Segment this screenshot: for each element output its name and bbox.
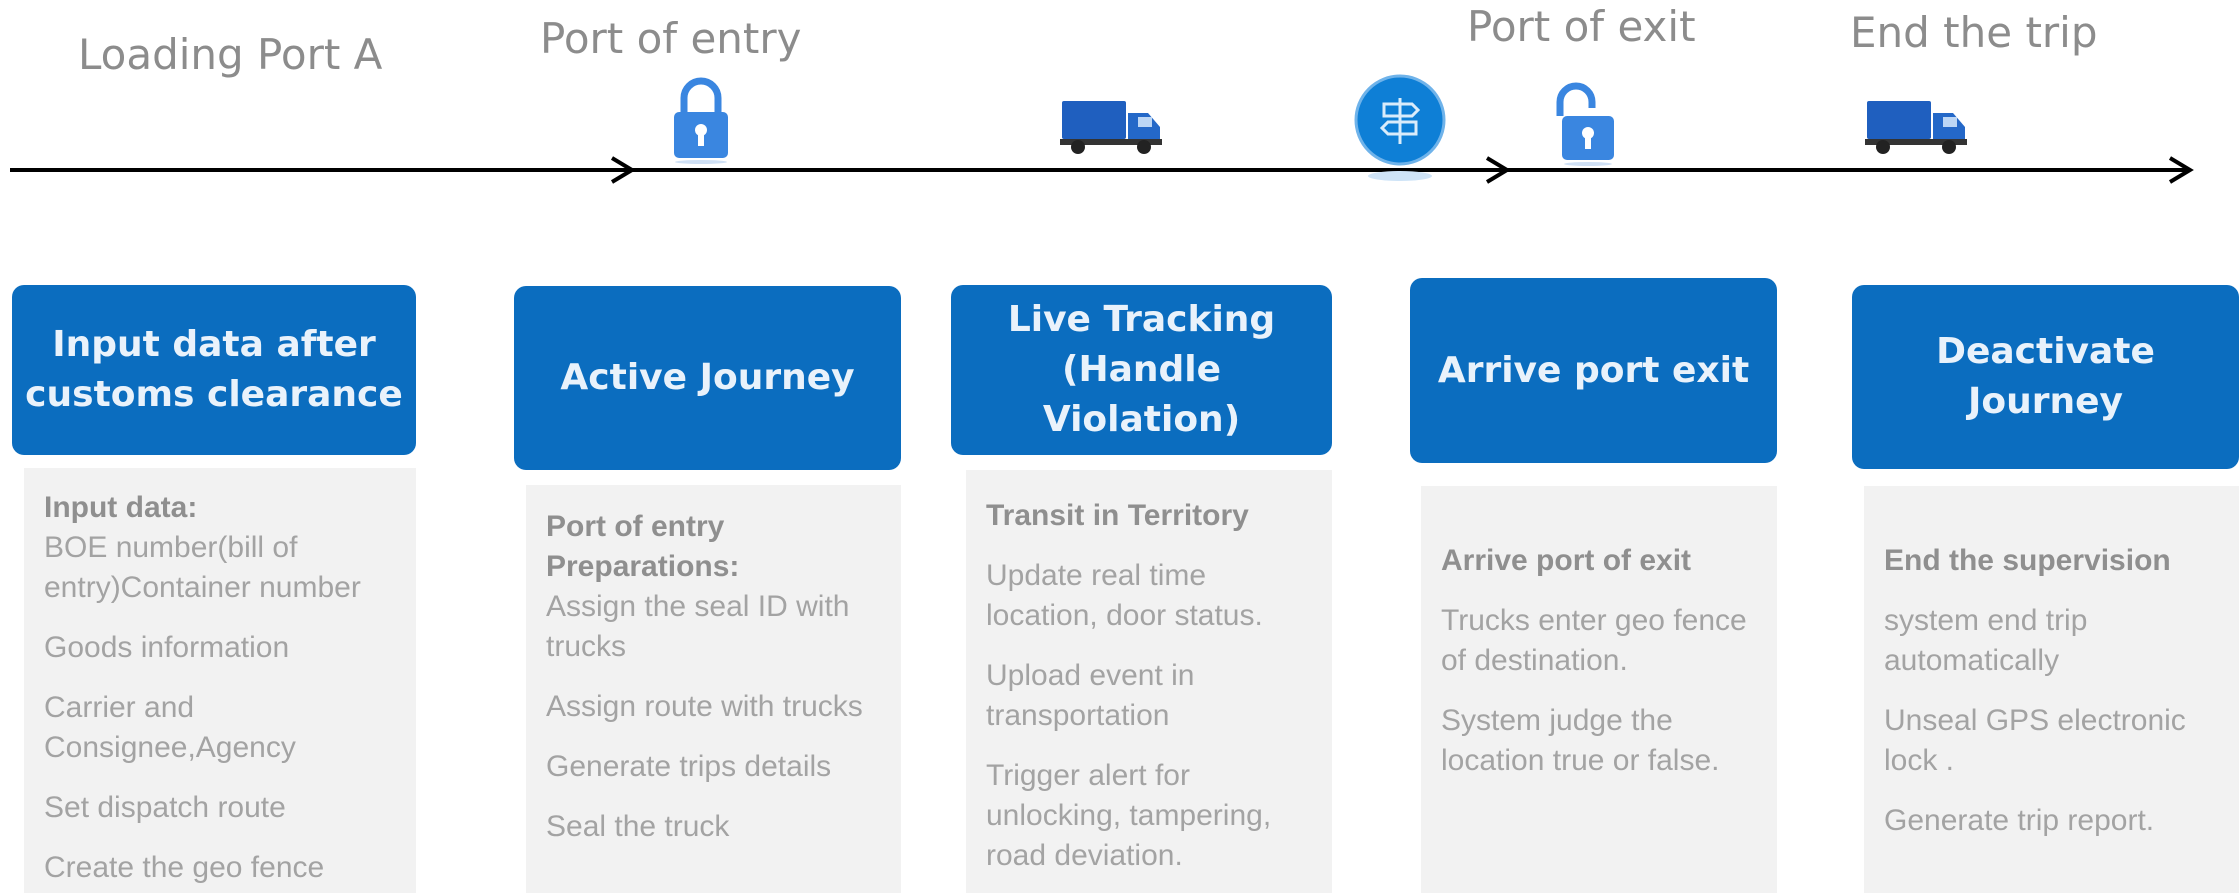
step-header-input-data: Input data after customs clearance: [12, 285, 416, 455]
panel-item: Trucks enter geo fence of destination.: [1441, 604, 1747, 677]
truck-icon: [1865, 101, 1967, 154]
panel-item: Create the geo fence: [44, 851, 325, 884]
panel-item: Unseal GPS electronic lock .: [1884, 704, 2186, 777]
panel-item: Assign the seal ID with trucks: [546, 590, 850, 663]
panel-title: Port of entry Preparations:: [546, 510, 740, 583]
panel-item: Assign route with trucks: [546, 690, 863, 723]
panel-item: Generate trip report.: [1884, 804, 2155, 837]
panel-item: Upload event in transportation: [986, 659, 1195, 732]
panel-title: End the supervision: [1884, 544, 2171, 577]
truck-icon: [1060, 101, 1162, 154]
padlock-locked-icon: [674, 77, 728, 164]
panel-item: Set dispatch route: [44, 791, 286, 824]
panel-title: Input data:: [44, 491, 198, 524]
step-panel-active-journey: Port of entry Preparations: Assign the s…: [526, 485, 901, 893]
step-panel-arrive-port-exit: Arrive port of exit Trucks enter geo fen…: [1421, 486, 1777, 893]
step-header-arrive-port-exit: Arrive port exit: [1410, 278, 1777, 463]
panel-item: BOE number(bill of entry)Container numbe…: [44, 531, 361, 604]
panel-item: System judge the location true or false.: [1441, 704, 1720, 777]
panel-item: system end trip automatically: [1884, 604, 2088, 677]
padlock-unlocked-icon: [1556, 82, 1614, 166]
panel-item: Goods information: [44, 631, 290, 664]
step-panel-input-data: Input data: BOE number(bill of entry)Con…: [24, 468, 416, 893]
step-header-live-tracking: Live Tracking (Handle Violation): [951, 285, 1332, 455]
panel-item: Trigger alert for unlocking, tampering, …: [986, 759, 1272, 872]
panel-item: Update real time location, door status.: [986, 559, 1263, 632]
step-header-deactivate-journey: Deactivate Journey: [1852, 285, 2239, 469]
step-panel-live-tracking: Transit in Territory Update real time lo…: [966, 470, 1332, 893]
timeline-arrow-1: [10, 156, 636, 184]
panel-item: Generate trips details: [546, 750, 832, 783]
step-header-active-journey: Active Journey: [514, 286, 901, 470]
panel-item: Carrier and Consignee,Agency: [44, 691, 296, 764]
panel-item: Seal the truck: [546, 810, 730, 843]
panel-title: Transit in Territory: [986, 499, 1249, 532]
panel-title: Arrive port of exit: [1441, 544, 1692, 577]
route-signpost-icon: [1354, 74, 1446, 181]
step-panel-deactivate-journey: End the supervision system end trip auto…: [1864, 486, 2239, 893]
